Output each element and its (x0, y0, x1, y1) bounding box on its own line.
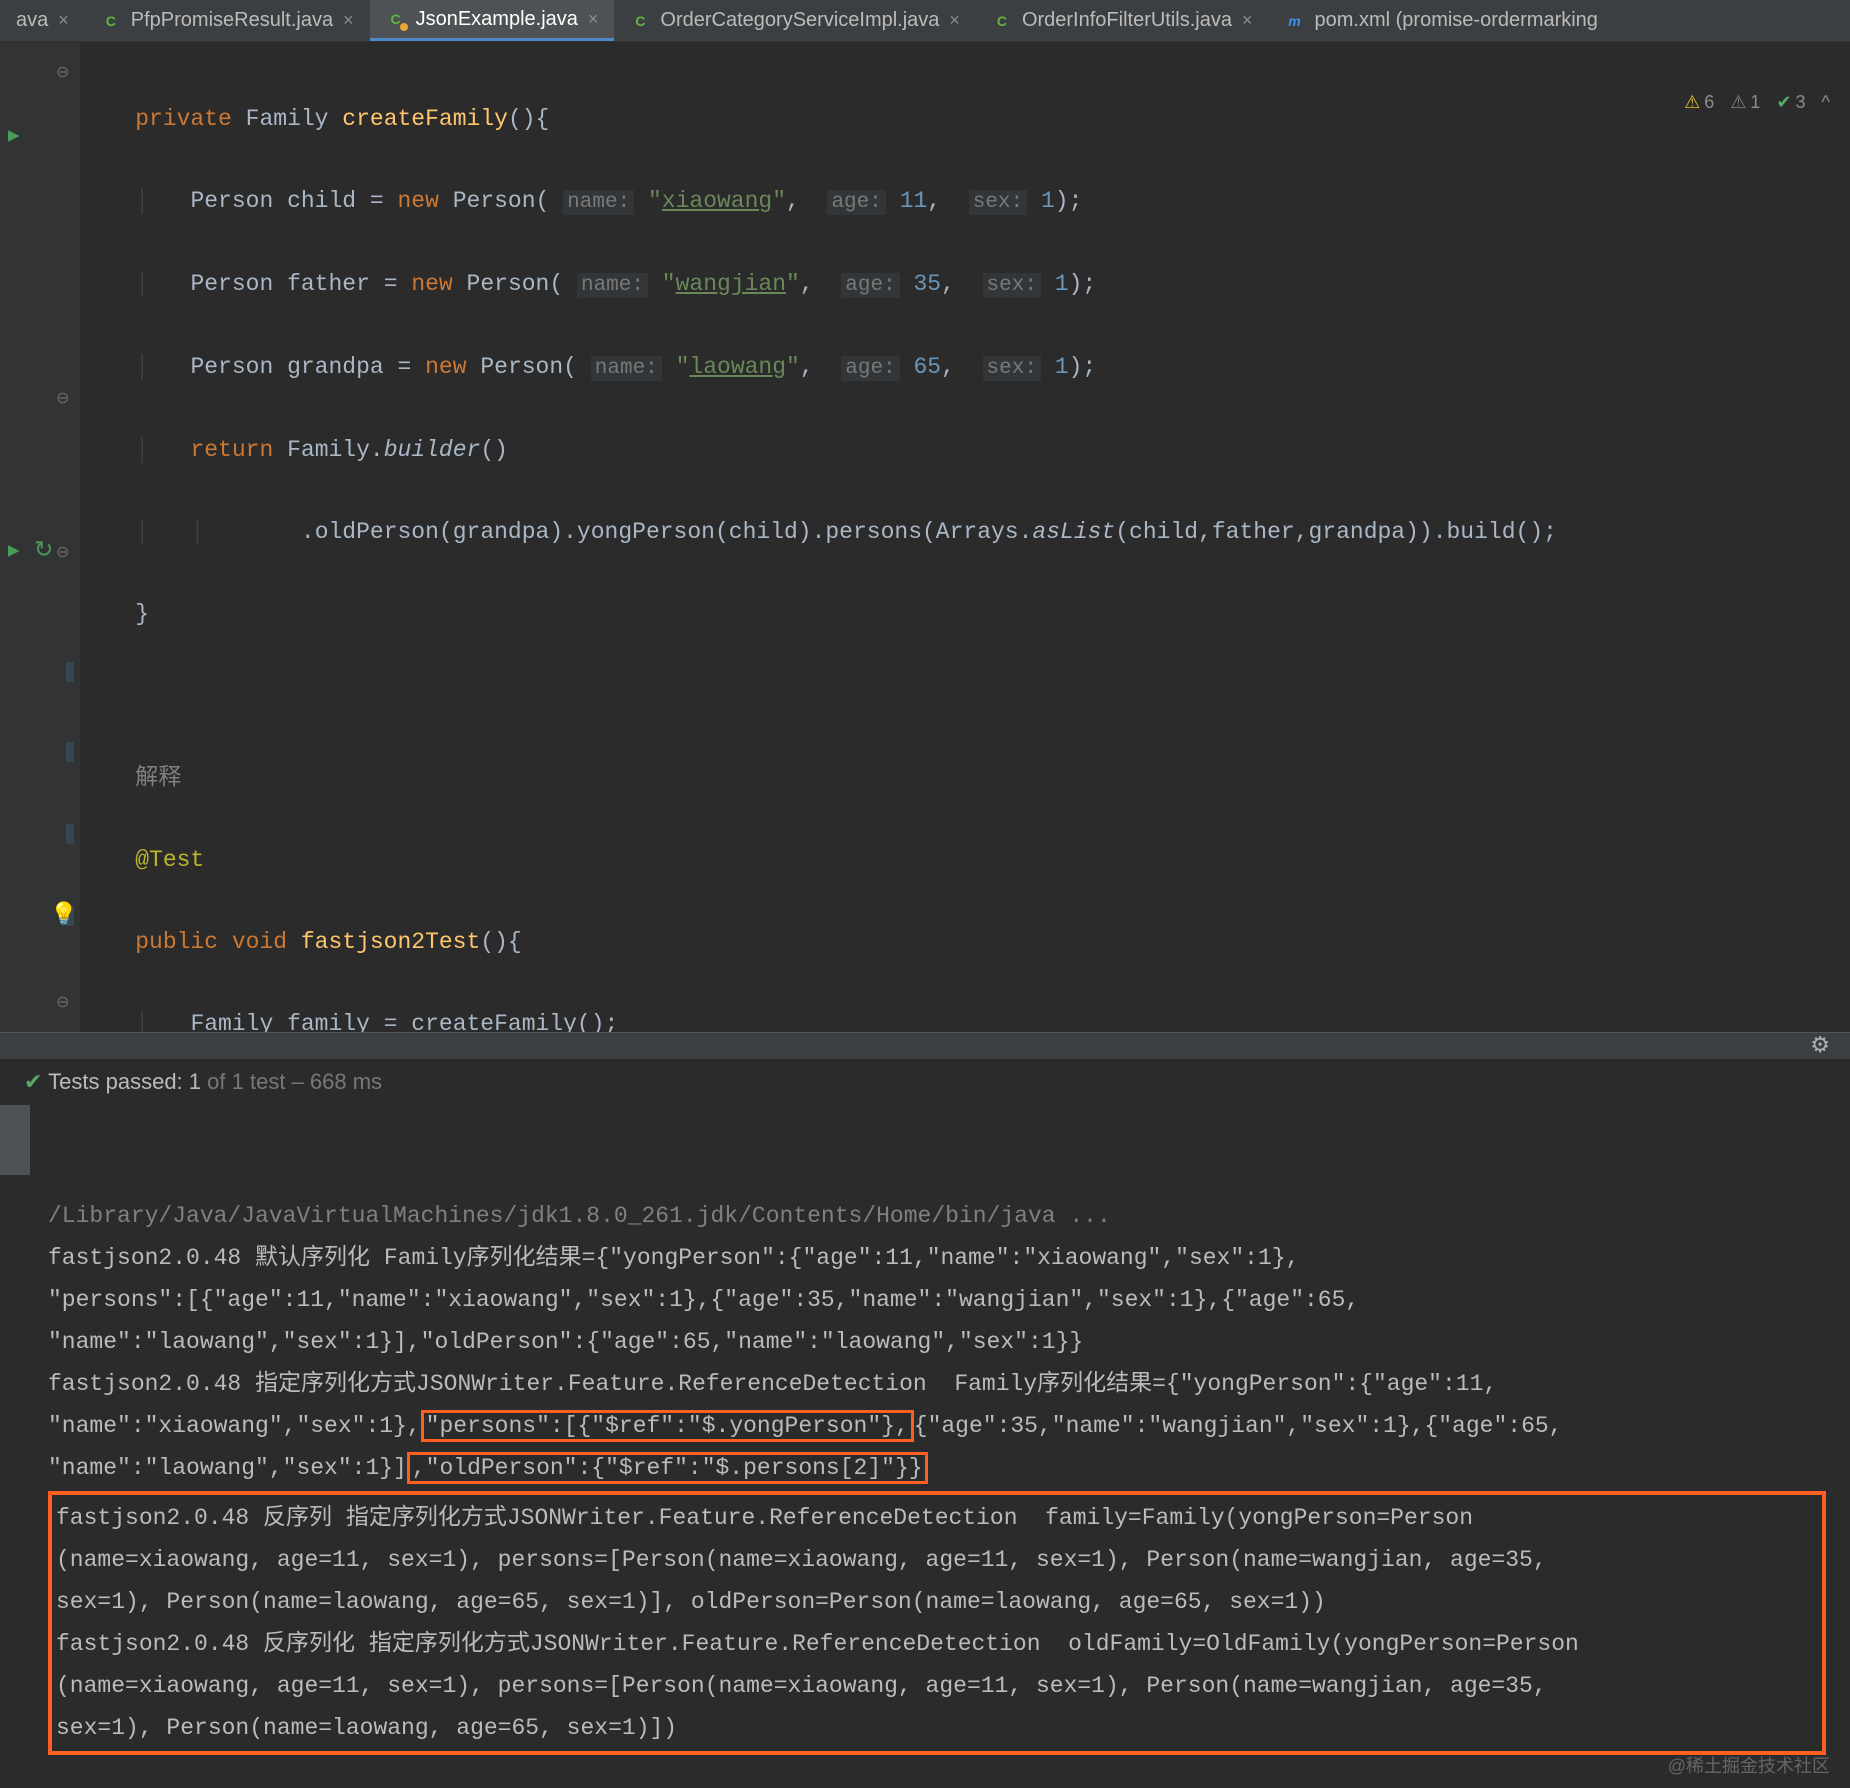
run-test-icon[interactable]: ▸ (8, 537, 20, 564)
code-line: public void fastjson2Test(){ (80, 922, 1850, 963)
close-icon[interactable]: × (949, 10, 960, 31)
fold-icon[interactable]: ⊖ (56, 62, 69, 82)
rerun-icon[interactable]: ↻ (34, 537, 53, 564)
code-editor[interactable]: private Family createFamily(){ │ Person … (80, 42, 1850, 1032)
check-icon: ✔ (24, 1069, 42, 1094)
intention-bulb-icon[interactable]: 💡 (50, 902, 77, 928)
tab-jsonexample[interactable]: C JsonExample.java × (370, 0, 615, 41)
class-icon: C (992, 11, 1012, 31)
inspections-widget[interactable]: ⚠6 ⚠1 ✔3 ^ (1684, 92, 1830, 113)
tests-label: Tests passed: (48, 1069, 189, 1094)
typo-count[interactable]: ✔3 (1776, 92, 1805, 113)
close-icon[interactable]: × (588, 9, 599, 30)
highlight-block: fastjson2.0.48 反序列 指定序列化方式JSONWriter.Fea… (48, 1491, 1826, 1755)
tests-of: of 1 test – (201, 1069, 310, 1094)
editor-area: ▸ ⊖ ⊖ ▸ ↻ ⊖ ⊖ 💡 private Family createFam… (0, 42, 1850, 1032)
close-icon[interactable]: × (343, 10, 354, 31)
code-line: private Family createFamily(){ (80, 99, 1850, 140)
editor-tabs: ava × C PfpPromiseResult.java × C JsonExampl… (0, 0, 1850, 42)
console-line: fastjson2.0.48 默认序列化 Family序列化结果={"yongP… (48, 1245, 1359, 1355)
code-line: @Test (80, 840, 1850, 881)
class-icon: C (630, 11, 650, 31)
code-line: │ Person child = new Person( name: "xiao… (80, 181, 1850, 223)
run-test-icon[interactable]: ▸ (8, 122, 20, 149)
code-line: │ return Family.builder() (80, 430, 1850, 471)
close-icon[interactable]: × (58, 10, 69, 31)
gutter: ▸ ⊖ ⊖ ▸ ↻ ⊖ ⊖ 💡 (0, 42, 80, 1032)
close-icon[interactable]: × (1242, 10, 1253, 31)
command-line: /Library/Java/JavaVirtualMachines/jdk1.8… (48, 1203, 1111, 1229)
code-line: │ Family family = createFamily(); (80, 1004, 1850, 1032)
code-line: │ │ .oldPerson(grandpa).yongPerson(child… (80, 512, 1850, 553)
vcs-change-marker (66, 824, 74, 844)
code-line (80, 676, 1850, 717)
run-tool-window: ⚙ ✔ Tests passed: 1 of 1 test – 668 ms /… (0, 1032, 1850, 1788)
highlight-ref2: ,"oldPerson":{"$ref":"$.persons[2]"}} (407, 1452, 928, 1484)
tab-ordercategory[interactable]: C OrderCategoryServiceImpl.java × (614, 0, 976, 41)
tab-label: OrderInfoFilterUtils.java (1022, 9, 1232, 32)
fold-icon[interactable]: ⊖ (56, 992, 69, 1012)
tab-label: OrderCategoryServiceImpl.java (660, 9, 939, 32)
code-line: 解释 (80, 758, 1850, 799)
tab-label: ava (16, 9, 48, 32)
tab-label: PfpPromiseResult.java (131, 9, 333, 32)
tab-label: pom.xml (promise-ordermarking (1315, 9, 1598, 32)
console-side-tab[interactable] (0, 1105, 30, 1175)
code-line: │ Person father = new Person( name: "wan… (80, 264, 1850, 306)
watermark: @稀土掘金技术社区 (1668, 1752, 1830, 1778)
tab-pfppromise[interactable]: C PfpPromiseResult.java × (85, 0, 370, 41)
maven-icon: m (1285, 11, 1305, 31)
class-icon: C (101, 11, 121, 31)
code-line: │ Person grandpa = new Person( name: "la… (80, 347, 1850, 389)
fold-icon[interactable]: ⊖ (56, 388, 69, 408)
tests-status: ✔ Tests passed: 1 of 1 test – 668 ms (0, 1059, 1850, 1105)
tab-label: JsonExample.java (416, 8, 578, 31)
tab-ava[interactable]: ava × (0, 0, 85, 41)
console-output[interactable]: /Library/Java/JavaVirtualMachines/jdk1.8… (0, 1105, 1850, 1788)
vcs-change-marker (66, 742, 74, 762)
gear-icon[interactable]: ⚙ (1810, 1033, 1830, 1059)
warning-count[interactable]: ⚠1 (1730, 92, 1760, 113)
highlight-ref1: "persons":[{"$ref":"$.yongPerson"}, (421, 1410, 914, 1442)
tests-count: 1 (189, 1069, 201, 1094)
code-line: } (80, 594, 1850, 635)
chevron-up-icon[interactable]: ^ (1822, 92, 1830, 113)
error-count[interactable]: ⚠6 (1684, 92, 1714, 113)
vcs-change-marker (66, 662, 74, 682)
run-toolbar: ⚙ (0, 1033, 1850, 1059)
tab-orderinfo[interactable]: C OrderInfoFilterUtils.java × (976, 0, 1269, 41)
fold-icon[interactable]: ⊖ (56, 542, 69, 562)
tab-pom[interactable]: m pom.xml (promise-ordermarking (1269, 0, 1614, 41)
class-icon: C (386, 9, 406, 29)
tests-time: 668 ms (310, 1069, 382, 1094)
